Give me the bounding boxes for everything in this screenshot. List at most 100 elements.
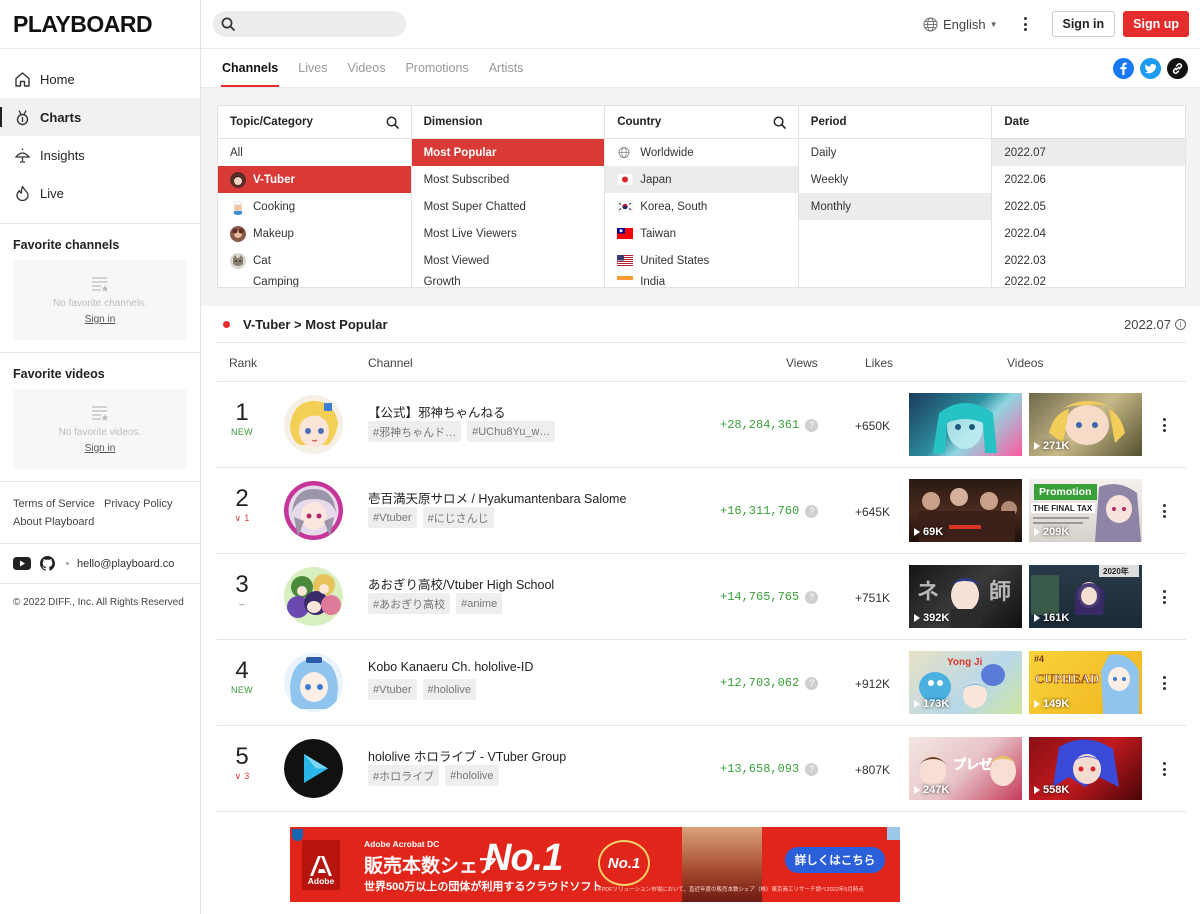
youtube-icon[interactable] (13, 557, 31, 570)
filter-dimension-most-live-viewers[interactable]: Most Live Viewers (412, 220, 605, 247)
filter-country-worldwide[interactable]: Worldwide (605, 139, 798, 166)
help-icon[interactable]: ? (805, 762, 819, 776)
table-row[interactable]: 5 ∨ 3 hololive ホロライブ - VTuber Group #ホロラ… (217, 726, 1186, 812)
channel-name[interactable]: Kobo Kanaeru Ch. hololive-ID (368, 660, 533, 674)
ad-choices-icon[interactable] (887, 827, 900, 840)
signin-button[interactable]: Sign in (1051, 11, 1116, 37)
channel-name[interactable]: 壱百満天原サロメ / Hyakumantenbara Salome (368, 488, 626, 507)
filter-period-monthly[interactable]: Monthly (798, 193, 992, 220)
filter-country-taiwan[interactable]: Taiwan (605, 220, 798, 247)
favorite-videos-signin-link[interactable]: Sign in (85, 443, 116, 454)
nav-insights[interactable]: Insights (0, 136, 200, 174)
filter-date-item[interactable]: 2022.05 (992, 193, 1185, 220)
channel-avatar[interactable] (284, 739, 343, 798)
filter-topic-cooking[interactable]: Cooking (218, 193, 411, 220)
filter-date-item[interactable]: 2022.06 (992, 166, 1185, 193)
help-icon[interactable]: ? (805, 418, 819, 432)
tab-artists[interactable]: Artists (488, 49, 525, 87)
github-icon[interactable] (40, 556, 55, 571)
about-link[interactable]: About Playboard (13, 516, 94, 528)
help-icon[interactable]: ? (805, 590, 819, 604)
nav-live[interactable]: Live (0, 174, 200, 212)
filter-topic-cat[interactable]: Cat (218, 247, 411, 274)
table-row[interactable]: 2 ∨ 1 壱百満天原サロメ / Hyakumantenbara Salome … (217, 468, 1186, 554)
channel-avatar[interactable] (284, 481, 343, 540)
channel-tag[interactable]: #Vtuber (368, 679, 417, 700)
signup-button[interactable]: Sign up (1123, 11, 1189, 37)
filter-dimension-most-subscribed[interactable]: Most Subscribed (412, 166, 605, 193)
filter-date-item[interactable]: 2022.02 (992, 274, 1185, 287)
channel-avatar[interactable] (284, 653, 343, 712)
terms-link[interactable]: Terms of Service (13, 498, 95, 510)
facebook-icon[interactable] (1113, 57, 1134, 79)
channel-tag[interactable]: #Vtuber (368, 507, 417, 528)
video-thumbnail[interactable]: Yong Ji 173K (909, 651, 1022, 714)
nav-charts[interactable]: Charts (0, 98, 200, 136)
link-icon[interactable] (1167, 57, 1188, 79)
row-menu-icon[interactable] (1161, 761, 1167, 777)
channel-name[interactable]: 【公式】邪神ちゃんねる (368, 402, 506, 421)
twitter-icon[interactable] (1140, 57, 1161, 79)
filter-topic-camping[interactable]: Camping (218, 274, 411, 287)
filter-date-item[interactable]: 2022.03 (992, 247, 1185, 274)
filter-country-united-states[interactable]: United States (605, 247, 798, 274)
filter-country-korea[interactable]: Korea, South (605, 193, 798, 220)
video-thumbnail[interactable]: ネ 師 392K (909, 565, 1022, 628)
channel-avatar[interactable] (284, 395, 343, 454)
search-icon[interactable] (773, 116, 786, 129)
filter-topic-vtuber[interactable]: V-Tuber (218, 166, 411, 193)
language-selector[interactable]: English ▼ (923, 17, 998, 32)
filter-date-item[interactable]: 2022.07 (992, 139, 1185, 166)
video-thumbnail[interactable]: #4 CUPHEAD 149K (1029, 651, 1142, 714)
filter-topic-all[interactable]: All (218, 139, 411, 166)
privacy-link[interactable]: Privacy Policy (104, 498, 172, 510)
channel-tag[interactable]: #邪神ちゃんド… (368, 421, 462, 442)
search-icon[interactable] (386, 116, 399, 129)
channel-tag[interactable]: #あおぎり高校 (368, 593, 451, 614)
filter-dimension-most-super-chatted[interactable]: Most Super Chatted (412, 193, 605, 220)
video-thumbnail[interactable]: 271K (1029, 393, 1142, 456)
info-icon[interactable]: i (1175, 318, 1186, 330)
video-thumbnail[interactable]: 69K (909, 479, 1022, 542)
filter-period-weekly[interactable]: Weekly (799, 166, 992, 193)
favorite-channels-signin-link[interactable]: Sign in (85, 314, 116, 325)
table-row[interactable]: 4 NEW Kobo Kanaeru Ch. hololive-ID #Vtub… (217, 640, 1186, 726)
row-menu-icon[interactable] (1161, 589, 1167, 605)
row-menu-icon[interactable] (1161, 675, 1167, 691)
help-icon[interactable]: ? (805, 504, 819, 518)
help-icon[interactable]: ? (805, 676, 819, 690)
video-thumbnail[interactable]: 558K (1029, 737, 1142, 800)
video-thumbnail[interactable]: THE FINAL TAX Promotion 209K (1029, 479, 1142, 542)
tab-lives[interactable]: Lives (297, 49, 328, 87)
ad-banner[interactable]: Adobe Adobe Acrobat DC 販売本数シェア No.1 世界50… (290, 827, 900, 902)
channel-tag[interactable]: #ホロライブ (368, 765, 440, 786)
filter-country-india[interactable]: India (605, 274, 798, 287)
video-thumbnail[interactable]: 2020年 161K (1029, 565, 1142, 628)
ad-cta-button[interactable]: 詳しくはこちら (785, 847, 885, 873)
channel-tag[interactable]: #にじさんじ (422, 507, 494, 528)
table-row[interactable]: 3 – あおぎり高校/Vtuber High School #あおぎり高校 #a… (217, 554, 1186, 640)
filter-dimension-most-viewed[interactable]: Most Viewed (412, 247, 605, 274)
nav-home[interactable]: Home (0, 60, 200, 98)
channel-tag[interactable]: #hololive (422, 679, 476, 700)
tab-promotions[interactable]: Promotions (404, 49, 469, 87)
logo[interactable]: PLAYBOARD (0, 0, 200, 49)
search-box[interactable] (213, 11, 406, 37)
filter-topic-makeup[interactable]: Makeup (218, 220, 411, 247)
filter-dimension-most-popular[interactable]: Most Popular (411, 139, 605, 166)
video-thumbnail[interactable] (909, 393, 1022, 456)
video-thumbnail[interactable]: プレゼン 247K (909, 737, 1022, 800)
channel-name[interactable]: hololive ホロライブ - VTuber Group (368, 746, 566, 765)
contact-email[interactable]: hello@playboard.co (77, 558, 174, 570)
channel-avatar[interactable] (284, 567, 343, 626)
channel-tag[interactable]: #hololive (445, 765, 499, 786)
row-menu-icon[interactable] (1161, 503, 1167, 519)
filter-period-daily[interactable]: Daily (799, 139, 992, 166)
filter-date-item[interactable]: 2022.04 (992, 220, 1185, 247)
more-menu-icon[interactable] (1016, 16, 1036, 32)
table-row[interactable]: 1 NEW 【公式】邪神ちゃんねる #邪神ちゃんド… #UChu8Yu_w… +… (217, 382, 1186, 468)
filter-dimension-growth[interactable]: Growth (412, 274, 605, 287)
channel-tag[interactable]: #anime (456, 593, 503, 614)
row-menu-icon[interactable] (1161, 417, 1167, 433)
channel-tag[interactable]: #UChu8Yu_w… (467, 421, 556, 442)
